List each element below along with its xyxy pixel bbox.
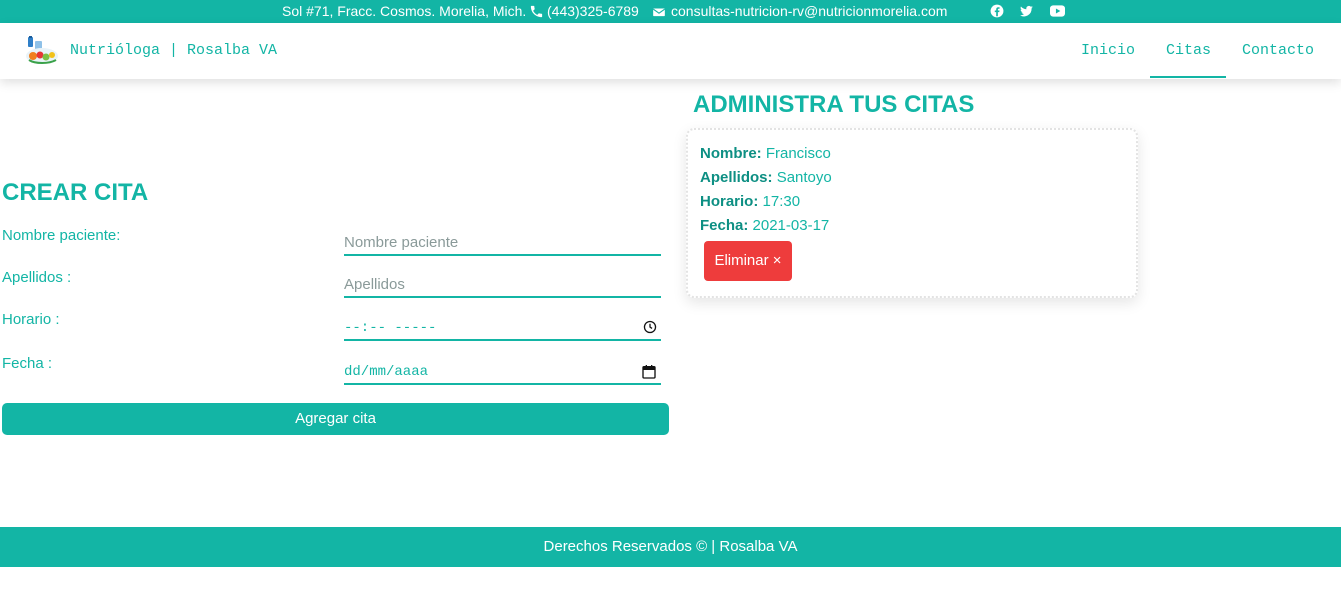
appointment-card: Nombre: Francisco Apellidos: Santoyo Hor… xyxy=(686,128,1138,298)
appointment-apellidos: Apellidos: Santoyo xyxy=(700,169,832,186)
horario-key: Horario: xyxy=(700,193,759,210)
brand-logo[interactable] xyxy=(25,36,59,66)
fecha-key: Fecha: xyxy=(700,217,749,234)
horario-value: 17:30 xyxy=(762,193,801,210)
horario-placeholder: --:-- ----- xyxy=(344,320,437,336)
horario-input[interactable]: --:-- ----- xyxy=(344,317,661,341)
apellidos-key: Apellidos: xyxy=(700,169,773,186)
field-label-nombre: Nombre paciente: xyxy=(2,227,121,244)
facebook-icon[interactable] xyxy=(990,4,1004,18)
top-info-bar: Sol #71, Fracc. Cosmos. Morelia, Mich. (… xyxy=(0,0,1341,23)
email-contact[interactable]: consultas-nutricion-rv@nutricionmorelia.… xyxy=(652,3,947,20)
nombre-placeholder: Nombre paciente xyxy=(344,234,459,251)
add-appointment-button[interactable]: Agregar cita xyxy=(2,403,669,435)
apellidos-input[interactable]: Apellidos xyxy=(344,274,661,298)
phone-icon xyxy=(529,4,544,19)
field-label-apellidos: Apellidos : xyxy=(2,269,72,286)
apellidos-placeholder: Apellidos xyxy=(344,276,405,293)
nombre-key: Nombre: xyxy=(700,145,762,162)
fecha-value: 2021-03-17 xyxy=(752,217,830,234)
clock-icon[interactable] xyxy=(643,320,657,339)
delete-appointment-button[interactable]: Eliminar × xyxy=(704,241,792,281)
phone-contact[interactable]: (443)325-6789 xyxy=(529,3,639,20)
email-icon xyxy=(652,5,666,19)
appointment-nombre: Nombre: Francisco xyxy=(700,145,831,162)
navbar: Nutrióloga | Rosalba VA Inicio Citas Con… xyxy=(0,23,1341,79)
footer: Derechos Reservados © | Rosalba VA xyxy=(0,527,1341,567)
field-label-horario: Horario : xyxy=(2,311,60,328)
appointments-title: ADMINISTRA TUS CITAS xyxy=(693,91,975,118)
email-text: consultas-nutricion-rv@nutricionmorelia.… xyxy=(671,3,948,19)
nombre-input[interactable]: Nombre paciente xyxy=(344,232,661,256)
twitter-icon[interactable] xyxy=(1019,4,1034,18)
apellidos-value: Santoyo xyxy=(776,169,832,186)
nav-link-citas[interactable]: Citas xyxy=(1166,42,1211,59)
appointment-fecha: Fecha: 2021-03-17 xyxy=(700,217,829,234)
phone-text: (443)325-6789 xyxy=(547,3,639,19)
form-title: CREAR CITA xyxy=(2,179,149,206)
nav-link-contacto[interactable]: Contacto xyxy=(1242,42,1314,59)
nav-link-inicio[interactable]: Inicio xyxy=(1081,42,1135,59)
address-text: Sol #71, Fracc. Cosmos. Morelia, Mich. xyxy=(282,3,527,19)
field-label-fecha: Fecha : xyxy=(2,355,53,372)
active-nav-indicator xyxy=(1150,76,1226,78)
youtube-icon[interactable] xyxy=(1050,5,1065,17)
brand-name[interactable]: Nutrióloga | Rosalba VA xyxy=(70,42,277,59)
fecha-input[interactable]: dd/mm/aaaa xyxy=(344,361,661,385)
fecha-placeholder: dd/mm/aaaa xyxy=(344,364,429,380)
calendar-icon[interactable] xyxy=(641,364,657,385)
nombre-value: Francisco xyxy=(765,145,831,162)
appointment-horario: Horario: 17:30 xyxy=(700,193,800,210)
